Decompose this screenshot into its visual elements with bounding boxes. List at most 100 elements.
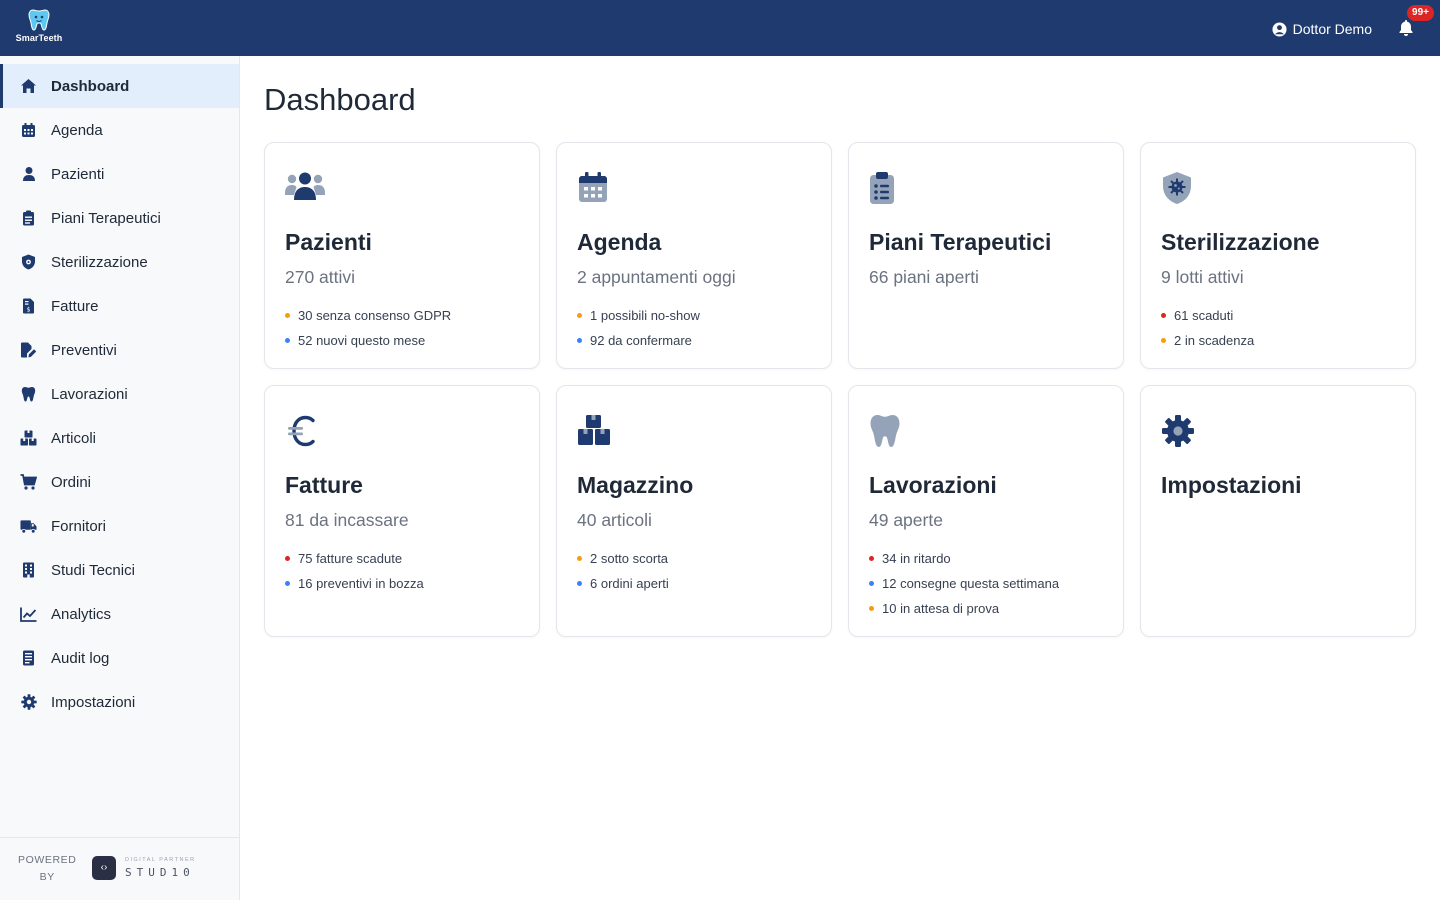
sidebar-item-label: Dashboard [51, 77, 130, 95]
notifications-button[interactable] [1398, 19, 1416, 39]
tooth-icon [20, 386, 37, 403]
card-subtitle: 9 lotti attivi [1161, 267, 1244, 287]
sidebar-item-label: Piani Terapeutici [51, 209, 161, 227]
top-bar: SmarTeeth Dottor Demo 99+ [0, 0, 1440, 56]
sidebar-item-piani-terapeutici[interactable]: Piani Terapeutici [0, 196, 239, 240]
sidebar-item-label: Lavorazioni [51, 385, 128, 403]
status-dot [285, 338, 290, 343]
user-icon [20, 166, 37, 183]
sidebar-item-audit-log[interactable]: Audit log [0, 636, 239, 680]
powered-by-line1: POWERED [18, 854, 77, 866]
sidebar-item-preventivi[interactable]: Preventivi [0, 328, 239, 372]
sidebar: Dashboard Agenda Pazienti Piani Terapeut… [0, 56, 240, 900]
card-stats: 75 fatture scadute 16 preventivi in bozz… [285, 546, 424, 596]
card-pazienti[interactable]: Pazienti 270 attivi 30 senza consenso GD… [264, 142, 540, 369]
card-subtitle: 40 articoli [577, 510, 652, 530]
app-logo[interactable]: SmarTeeth [14, 8, 64, 48]
card-title: Lavorazioni [869, 472, 997, 498]
list-item: 52 nuovi questo mese [285, 328, 451, 353]
stat-text: 2 sotto scorta [590, 551, 669, 566]
card-subtitle: 66 piani aperti [869, 267, 979, 287]
list-item: 2 in scadenza [1161, 328, 1254, 353]
clipboard-list-icon [869, 171, 909, 207]
card-stats: 34 in ritardo 12 consegne questa settima… [869, 546, 1059, 621]
powered-by: POWERED BY ‹› DIGITAL PARTNER STUD10 [0, 837, 239, 900]
list-item: 16 preventivi in bozza [285, 571, 424, 596]
boxes-icon [577, 414, 617, 450]
log-icon [20, 650, 37, 667]
card-agenda[interactable]: Agenda 2 appuntamenti oggi 1 possibili n… [556, 142, 832, 369]
app-logo-text: SmarTeeth [15, 33, 63, 43]
status-dot [577, 556, 582, 561]
card-title: Piani Terapeutici [869, 229, 1052, 255]
sidebar-item-label: Sterilizzazione [51, 253, 148, 271]
user-circle-icon [1272, 21, 1287, 37]
sidebar-item-fornitori[interactable]: Fornitori [0, 504, 239, 548]
user-menu[interactable]: Dottor Demo [1272, 19, 1372, 39]
stat-text: 92 da confermare [590, 333, 692, 348]
card-subtitle: 49 aperte [869, 510, 943, 530]
card-impostazioni[interactable]: Impostazioni [1140, 385, 1416, 637]
sidebar-item-ordini[interactable]: Ordini [0, 460, 239, 504]
calendar-icon [20, 122, 37, 139]
status-dot [577, 313, 582, 318]
stat-text: 75 fatture scadute [298, 551, 403, 566]
partner-name: STUD10 [125, 866, 195, 879]
studio-logo-icon[interactable]: ‹› [92, 856, 116, 880]
list-item: 12 consegne questa settimana [869, 571, 1059, 596]
card-piani-terapeutici[interactable]: Piani Terapeutici 66 piani aperti [848, 142, 1124, 369]
list-item: 30 senza consenso GDPR [285, 303, 451, 328]
users-icon [285, 171, 325, 207]
calendar-icon [577, 171, 617, 207]
partner-label: DIGITAL PARTNER [125, 857, 196, 863]
card-stats: 61 scaduti 2 in scadenza [1161, 303, 1254, 353]
powered-by-line2: BY [39, 871, 55, 883]
list-item: 6 ordini aperti [577, 571, 669, 596]
card-title: Fatture [285, 472, 363, 498]
card-fatture[interactable]: Fatture 81 da incassare 75 fatture scadu… [264, 385, 540, 637]
sidebar-item-dashboard[interactable]: Dashboard [0, 64, 239, 108]
notification-badge: 99+ [1407, 5, 1434, 21]
card-magazzino[interactable]: Magazzino 40 articoli 2 sotto scorta 6 o… [556, 385, 832, 637]
status-dot [1161, 313, 1166, 318]
card-stats: 2 sotto scorta 6 ordini aperti [577, 546, 669, 596]
sidebar-item-label: Pazienti [51, 165, 105, 183]
sidebar-item-pazienti[interactable]: Pazienti [0, 152, 239, 196]
list-item: 92 da confermare [577, 328, 700, 353]
status-dot [869, 606, 874, 611]
truck-icon [20, 518, 37, 535]
sidebar-item-fatture[interactable]: $ Fatture [0, 284, 239, 328]
sidebar-item-impostazioni[interactable]: Impostazioni [0, 680, 239, 724]
list-item: 75 fatture scadute [285, 546, 424, 571]
list-item: 10 in attesa di prova [869, 596, 1059, 621]
status-dot [869, 581, 874, 586]
sidebar-item-studi-tecnici[interactable]: Studi Tecnici [0, 548, 239, 592]
card-sterilizzazione[interactable]: Sterilizzazione 9 lotti attivi 61 scadut… [1140, 142, 1416, 369]
list-item: 2 sotto scorta [577, 546, 669, 571]
card-stats: 1 possibili no-show 92 da confermare [577, 303, 700, 353]
card-subtitle: 270 attivi [285, 267, 356, 287]
stat-text: 12 consegne questa settimana [882, 576, 1060, 591]
sidebar-item-agenda[interactable]: Agenda [0, 108, 239, 152]
svg-text:$: $ [27, 307, 31, 314]
status-dot [1161, 338, 1166, 343]
card-title: Magazzino [577, 472, 694, 498]
bell-icon [1399, 20, 1413, 36]
stat-text: 52 nuovi questo mese [298, 333, 426, 348]
sidebar-item-lavorazioni[interactable]: Lavorazioni [0, 372, 239, 416]
chart-line-icon [20, 606, 37, 623]
card-stats: 30 senza consenso GDPR 52 nuovi questo m… [285, 303, 451, 353]
sidebar-item-analytics[interactable]: Analytics [0, 592, 239, 636]
sidebar-item-sterilizzazione[interactable]: Sterilizzazione [0, 240, 239, 284]
list-item: 34 in ritardo [869, 546, 1059, 571]
stat-text: 1 possibili no-show [590, 308, 700, 323]
sidebar-item-articoli[interactable]: Articoli [0, 416, 239, 460]
gear-icon [1161, 414, 1201, 450]
card-lavorazioni[interactable]: Lavorazioni 49 aperte 34 in ritardo 12 c… [848, 385, 1124, 637]
page-title: Dashboard [264, 82, 416, 117]
boxes-icon [20, 430, 37, 447]
card-title: Agenda [577, 229, 662, 255]
stat-text: 30 senza consenso GDPR [298, 308, 452, 323]
sidebar-item-label: Preventivi [51, 341, 117, 359]
sidebar-nav: Dashboard Agenda Pazienti Piani Terapeut… [0, 56, 239, 724]
